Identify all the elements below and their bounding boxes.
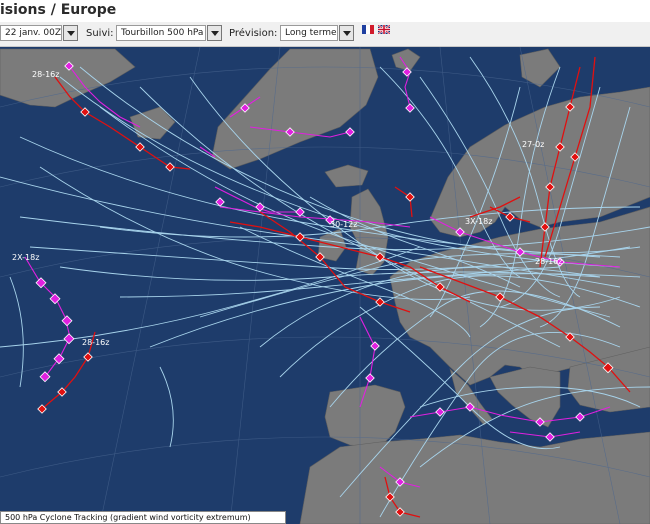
follow-dropdown-button[interactable] <box>207 25 222 41</box>
track-label: 28-16z <box>535 257 562 266</box>
follow-select[interactable]: Tourbillon 500 hPa <box>116 25 206 41</box>
map-caption: 500 hPa Cyclone Tracking (gradient wind … <box>0 511 286 524</box>
track-label: 3X-18z <box>465 217 492 226</box>
title-bar: isions / Europe <box>0 0 650 23</box>
date-select[interactable]: 22 janv. 00Z <box>0 25 62 41</box>
track-label: 27-0z <box>522 140 544 149</box>
forecast-select[interactable]: Long terme <box>280 25 338 41</box>
track-label: 2X-18z <box>12 253 39 262</box>
uk-flag-icon[interactable] <box>378 25 390 34</box>
track-label: 30-12z <box>330 220 357 229</box>
track-label: 28-16z <box>32 70 59 79</box>
toolbar: 22 janv. 00Z Suivi: Tourbillon 500 hPa P… <box>0 22 650 47</box>
page-title: isions / Europe <box>0 2 117 18</box>
cyclone-track-map: 28-16z 28-16z 27-0z 3X-18z 30-12z 28-16z… <box>0 47 650 524</box>
forecast-label: Prévision: <box>229 28 278 39</box>
date-dropdown-button[interactable] <box>63 25 78 41</box>
follow-label: Suivi: <box>86 28 114 39</box>
track-label: 28-16z <box>82 338 109 347</box>
french-flag-icon[interactable] <box>362 25 374 34</box>
forecast-dropdown-button[interactable] <box>339 25 354 41</box>
